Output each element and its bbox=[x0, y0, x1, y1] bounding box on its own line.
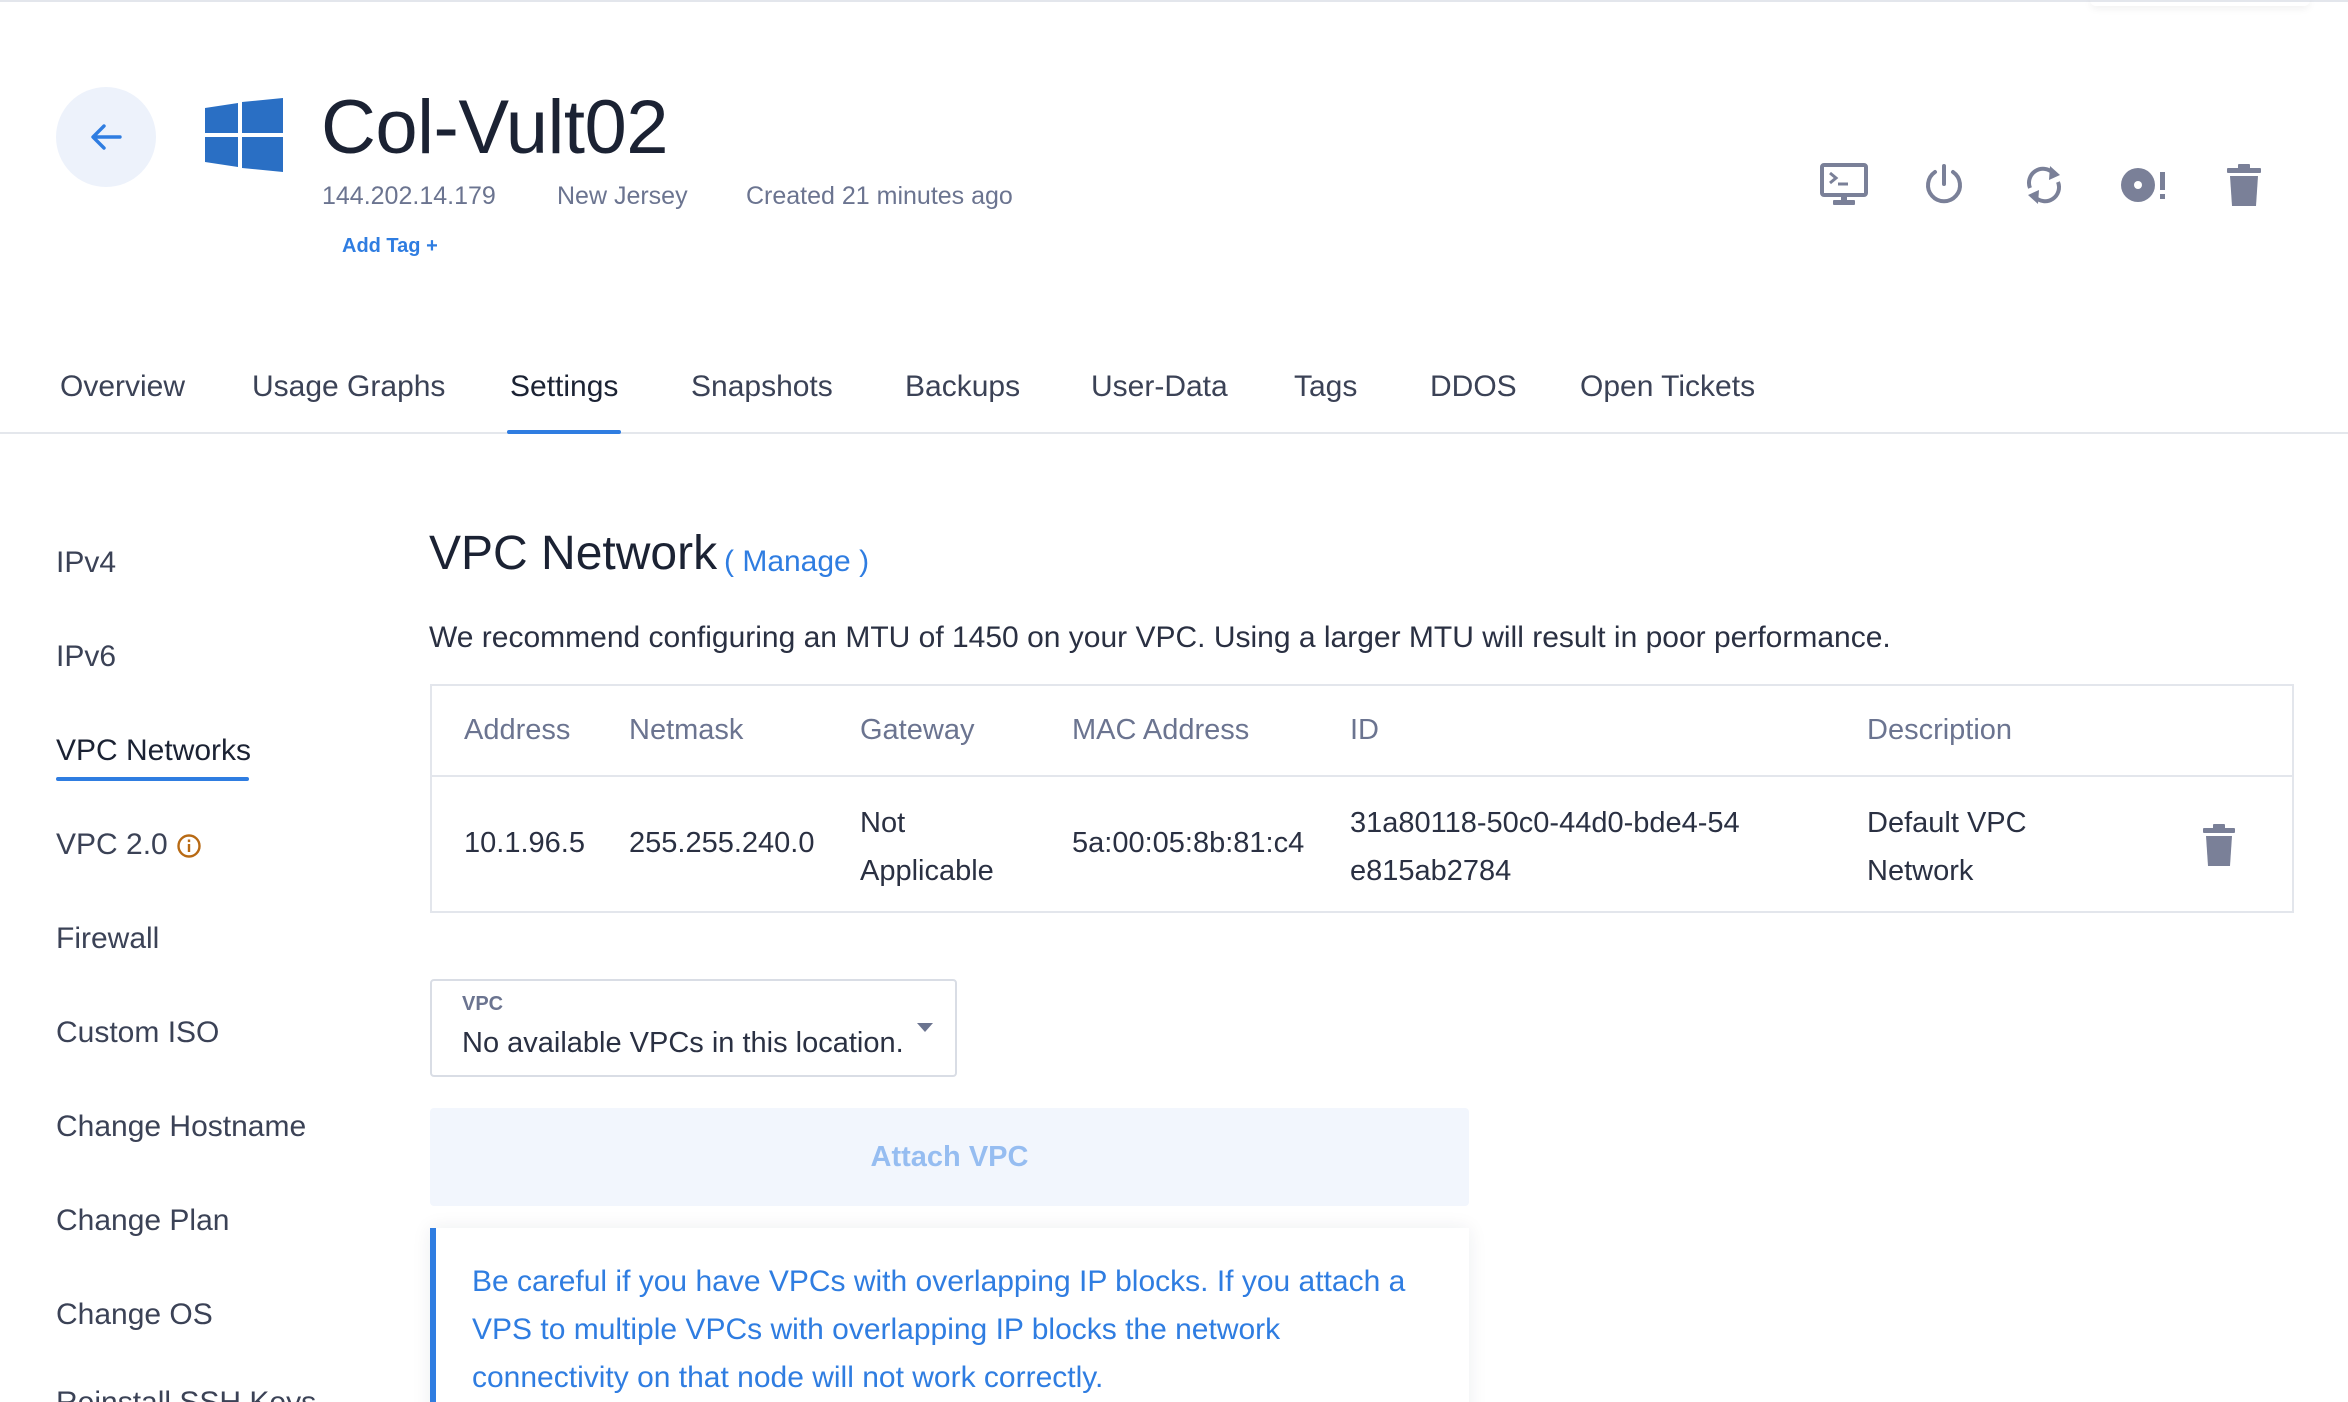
vpc-table: Address Netmask Gateway MAC Address ID D… bbox=[430, 684, 2294, 913]
attach-vpc-button[interactable]: Attach VPC bbox=[430, 1108, 1469, 1206]
tab-overview[interactable]: Overview bbox=[60, 362, 185, 434]
cell-id: 31a80118-50c0-44d0-bde4-54e815ab2784 bbox=[1350, 807, 1740, 887]
column-header-netmask: Netmask bbox=[629, 714, 744, 746]
server-ip: 144.202.14.179 bbox=[322, 182, 496, 210]
back-button[interactable] bbox=[56, 87, 156, 187]
tab-user-data[interactable]: User-Data bbox=[1091, 362, 1228, 434]
console-icon bbox=[1820, 163, 1868, 205]
sidebar-item-ipv4[interactable]: IPv4 bbox=[56, 546, 116, 580]
tab-open-tickets[interactable]: Open Tickets bbox=[1580, 362, 1755, 434]
vpc-select-label: VPC bbox=[462, 993, 504, 1015]
sidebar-item-ipv6[interactable]: IPv6 bbox=[56, 640, 116, 674]
power-icon bbox=[1926, 164, 1962, 204]
column-header-gateway: Gateway bbox=[860, 714, 975, 746]
arrow-left-icon bbox=[91, 124, 122, 150]
server-name: Col-Vult02 bbox=[321, 85, 669, 170]
manage-link[interactable]: ( Manage ) bbox=[724, 545, 869, 579]
cell-mac: 5a:00:05:8b:81:c4 bbox=[1072, 827, 1305, 859]
server-location: New Jersey bbox=[557, 182, 688, 210]
sidebar-item-vpc-networks[interactable]: VPC Networks bbox=[56, 734, 251, 768]
sidebar-item-custom-iso[interactable]: Custom ISO bbox=[56, 1016, 219, 1050]
info-icon bbox=[177, 834, 201, 858]
sidebar-active-indicator bbox=[56, 777, 249, 781]
tab-tags[interactable]: Tags bbox=[1294, 362, 1357, 434]
sidebar-item-change-hostname[interactable]: Change Hostname bbox=[56, 1110, 306, 1144]
restart-icon bbox=[2027, 166, 2061, 204]
table-header-row: Address Netmask Gateway MAC Address ID D… bbox=[432, 686, 2292, 777]
reinstall-button[interactable] bbox=[2117, 158, 2171, 212]
mtu-notice: We recommend configuring an MTU of 1450 … bbox=[429, 621, 1891, 654]
tab-backups[interactable]: Backups bbox=[905, 362, 1020, 434]
tab-snapshots[interactable]: Snapshots bbox=[691, 362, 833, 434]
column-header-description: Description bbox=[1867, 714, 2013, 746]
trash-icon bbox=[2227, 164, 2261, 206]
cell-gateway: Not Applicable bbox=[860, 807, 994, 887]
tab-ddos[interactable]: DDOS bbox=[1430, 362, 1517, 434]
add-tag-link[interactable]: Add Tag + bbox=[342, 235, 438, 258]
tab-usage-graphs[interactable]: Usage Graphs bbox=[252, 362, 445, 434]
sidebar-item-change-plan[interactable]: Change Plan bbox=[56, 1204, 229, 1238]
sidebar-item-vpc-2[interactable]: VPC 2.0 bbox=[56, 828, 202, 862]
warning-text: Be careful if you have VPCs with overlap… bbox=[472, 1265, 1406, 1394]
tab-settings[interactable]: Settings bbox=[506, 362, 622, 434]
top-border bbox=[0, 0, 2348, 2]
delete-vpc-trash-icon[interactable] bbox=[2202, 824, 2236, 866]
vpc-select[interactable]: VPC No available VPCs in this location. bbox=[430, 979, 957, 1077]
caret-down-icon bbox=[917, 1023, 933, 1032]
windows-logo-icon bbox=[205, 98, 283, 172]
console-button[interactable] bbox=[1817, 158, 1871, 212]
cell-netmask: 255.255.240.0 bbox=[629, 827, 815, 859]
restart-button[interactable] bbox=[2017, 158, 2071, 212]
overlap-warning: Be careful if you have VPCs with overlap… bbox=[430, 1228, 1469, 1402]
cell-address: 10.1.96.5 bbox=[464, 827, 585, 859]
sidebar-item-change-os[interactable]: Change OS bbox=[56, 1298, 213, 1332]
sidebar-item-firewall[interactable]: Firewall bbox=[56, 922, 159, 956]
column-header-id: ID bbox=[1350, 714, 1379, 746]
server-created: Created 21 minutes ago bbox=[746, 182, 1013, 210]
vpc-select-value: No available VPCs in this location. bbox=[462, 1027, 904, 1059]
column-header-mac: MAC Address bbox=[1072, 714, 1250, 746]
column-header-address: Address bbox=[464, 714, 571, 746]
cell-description: Default VPC Network bbox=[1867, 807, 2027, 887]
destroy-button[interactable] bbox=[2217, 158, 2271, 212]
section-title: VPC Network bbox=[429, 527, 718, 580]
sidebar-item-reinstall-ssh-keys[interactable]: Reinstall SSH Keys bbox=[56, 1386, 316, 1402]
tab-bar: Overview Usage Graphs Settings Snapshots… bbox=[0, 362, 2348, 434]
power-button[interactable] bbox=[1917, 158, 1971, 212]
sidebar-item-label: VPC 2.0 bbox=[56, 828, 168, 861]
top-right-shadow bbox=[2090, 0, 2310, 6]
reinstall-icon bbox=[2121, 168, 2165, 202]
